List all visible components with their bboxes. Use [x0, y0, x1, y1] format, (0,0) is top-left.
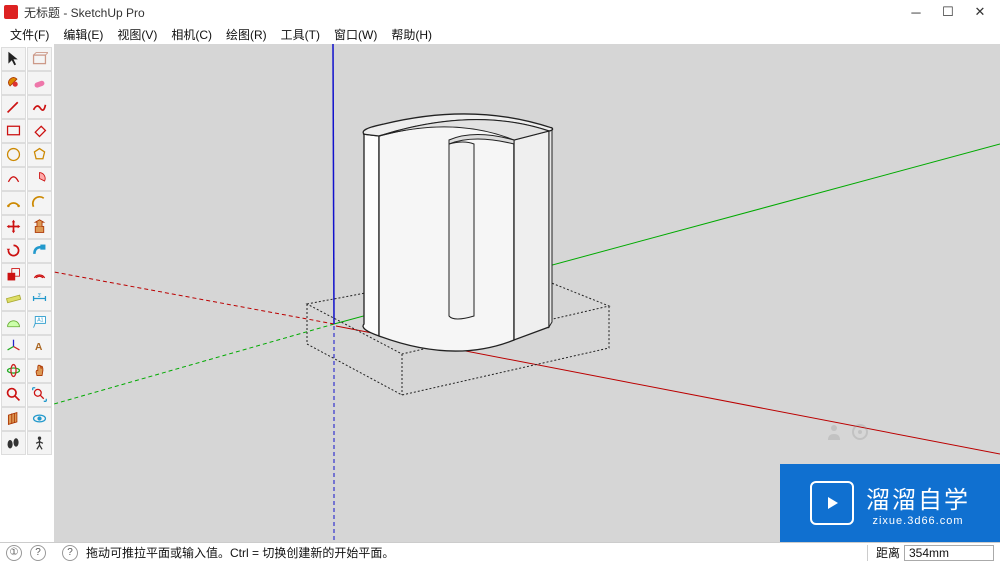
- titlebar: 无标题 - SketchUp Pro ─ ☐ ✕: [0, 0, 1000, 24]
- 3dtext-tool[interactable]: A: [27, 335, 52, 359]
- section-tool[interactable]: [1, 407, 26, 431]
- text-tool[interactable]: A1: [27, 311, 52, 335]
- status-help-icon[interactable]: ?: [30, 545, 46, 561]
- distance-value[interactable]: 354mm: [904, 545, 994, 561]
- zoomext-tool[interactable]: [27, 383, 52, 407]
- distance-label: 距离: [876, 544, 900, 561]
- svg-text:3': 3': [37, 293, 41, 299]
- close-button[interactable]: ✕: [964, 2, 996, 22]
- menu-file[interactable]: 文件(F): [4, 24, 55, 45]
- tape-tool[interactable]: [1, 287, 26, 311]
- menu-help[interactable]: 帮助(H): [385, 24, 438, 45]
- rotrect-tool[interactable]: [27, 119, 52, 143]
- axes-tool[interactable]: [1, 335, 26, 359]
- play-icon: [810, 481, 854, 525]
- freehand-tool[interactable]: [27, 95, 52, 119]
- followme-tool[interactable]: [27, 239, 52, 263]
- orbit-tool[interactable]: [1, 359, 26, 383]
- window-title: 无标题 - SketchUp Pro: [24, 4, 900, 21]
- circle-tool[interactable]: [1, 143, 26, 167]
- curve-tool[interactable]: [27, 191, 52, 215]
- view-badges: [824, 422, 870, 442]
- statusbar: ① ? ? 拖动可推拉平面或输入值。Ctrl = 切换创建新的开始平面。 距离 …: [0, 542, 1000, 562]
- menu-draw[interactable]: 绘图(R): [220, 24, 273, 45]
- component-tool[interactable]: [27, 47, 52, 71]
- select-tool[interactable]: [1, 47, 26, 71]
- scale-tool[interactable]: [1, 263, 26, 287]
- dim-tool[interactable]: 3': [27, 287, 52, 311]
- window-buttons: ─ ☐ ✕: [900, 2, 996, 22]
- rect-tool[interactable]: [1, 119, 26, 143]
- minimize-button[interactable]: ─: [900, 2, 932, 22]
- menu-window[interactable]: 窗口(W): [328, 24, 383, 45]
- protractor-tool[interactable]: [1, 311, 26, 335]
- status-info-icon[interactable]: ①: [6, 545, 22, 561]
- pushpull-tool[interactable]: [27, 215, 52, 239]
- status-hint: 拖动可推拉平面或输入值。Ctrl = 切换创建新的开始平面。: [86, 544, 859, 561]
- paint-tool[interactable]: [1, 71, 26, 95]
- svg-text:A1: A1: [37, 318, 43, 324]
- menu-camera[interactable]: 相机(C): [165, 24, 218, 45]
- offset-tool[interactable]: [27, 263, 52, 287]
- line-tool[interactable]: [1, 95, 26, 119]
- pan-tool[interactable]: [27, 359, 52, 383]
- watermark: 溜溜自学 zixue.3d66.com: [780, 464, 1000, 542]
- menubar: 文件(F) 编辑(E) 视图(V) 相机(C) 绘图(R) 工具(T) 窗口(W…: [0, 24, 1000, 44]
- watermark-domain: zixue.3d66.com: [866, 515, 970, 527]
- svg-text:A: A: [34, 342, 42, 353]
- maximize-button[interactable]: ☐: [932, 2, 964, 22]
- watermark-brand: 溜溜自学: [866, 480, 970, 515]
- position-tool[interactable]: [27, 431, 52, 455]
- toolbar: 3' A1 A: [0, 44, 54, 542]
- person-icon: [824, 422, 844, 442]
- move-tool[interactable]: [1, 215, 26, 239]
- menu-edit[interactable]: 编辑(E): [57, 24, 109, 45]
- lookaround-tool[interactable]: [27, 407, 52, 431]
- rotate-tool[interactable]: [1, 239, 26, 263]
- menu-tools[interactable]: 工具(T): [275, 24, 326, 45]
- arc2-tool[interactable]: [1, 191, 26, 215]
- geolocation-icon: [850, 422, 870, 442]
- app-icon: [4, 5, 18, 19]
- walk-tool[interactable]: [1, 431, 26, 455]
- zoom-tool[interactable]: [1, 383, 26, 407]
- polygon-tool[interactable]: [27, 143, 52, 167]
- eraser-tool[interactable]: [27, 71, 52, 95]
- arc-tool[interactable]: [1, 167, 26, 191]
- status-tip-icon[interactable]: ?: [62, 545, 78, 561]
- menu-view[interactable]: 视图(V): [111, 24, 163, 45]
- pie-tool[interactable]: [27, 167, 52, 191]
